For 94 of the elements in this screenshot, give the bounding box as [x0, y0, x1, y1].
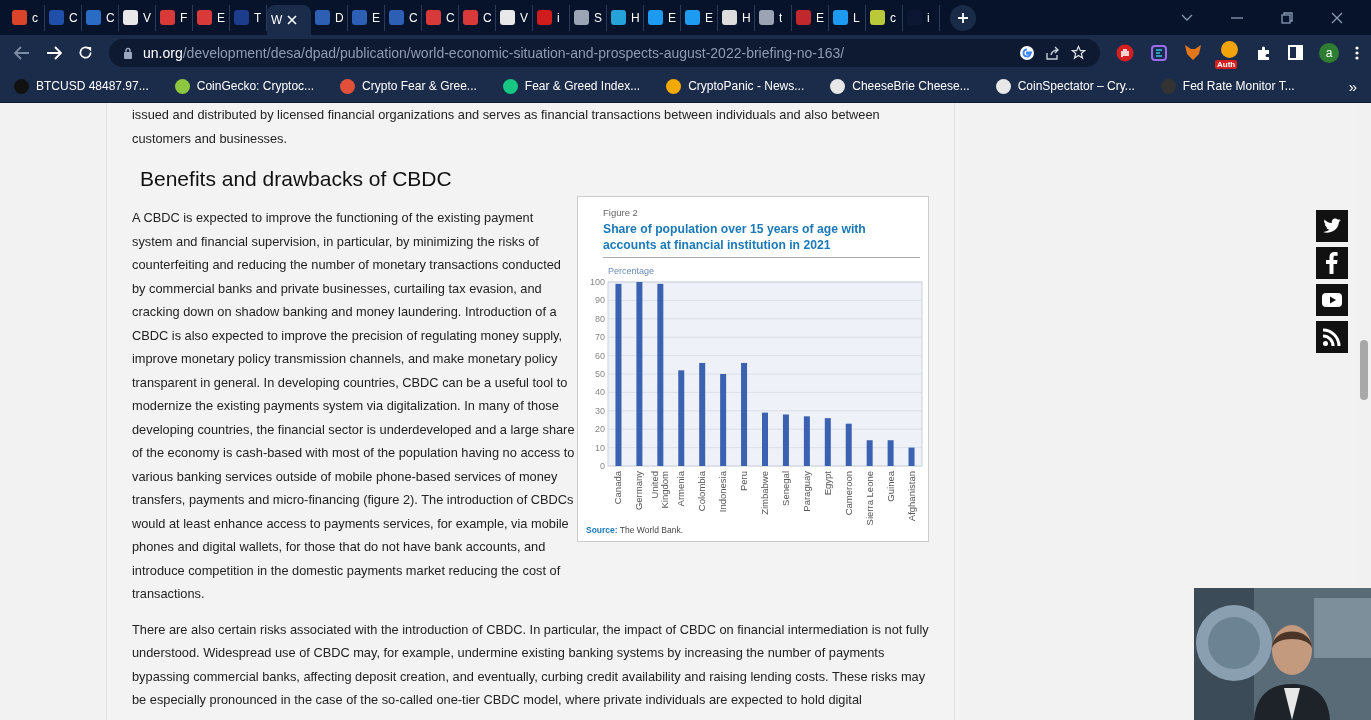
browser-tab[interactable]: T	[230, 4, 267, 31]
forward-icon[interactable]	[46, 45, 62, 60]
x-tick-label: Guinea	[884, 471, 896, 502]
browser-tab[interactable]: i	[903, 4, 940, 31]
menu-icon[interactable]	[1355, 45, 1359, 60]
x-tick-label: Egypt	[821, 471, 833, 496]
x-tick-label: Colombia	[696, 471, 708, 512]
y-tick-label: 40	[595, 387, 605, 398]
browser-tab[interactable]: D	[311, 4, 348, 31]
youtube-icon[interactable]	[1316, 284, 1348, 316]
browser-tab[interactable]: i	[533, 4, 570, 31]
x-tick-label: Senegal	[779, 471, 791, 506]
browser-tab[interactable]: H	[607, 4, 644, 31]
chart-title: Share of population over 15 years of age with accounts at financial institution in 2021	[603, 221, 867, 253]
twitter-icon[interactable]	[1316, 210, 1348, 242]
x-tick-label: Canada	[612, 471, 624, 505]
x-tick-label: Zimbabwe	[759, 471, 770, 515]
hand-icon[interactable]	[1116, 43, 1134, 62]
restore-icon[interactable]	[1281, 11, 1293, 24]
lock-icon	[123, 46, 133, 59]
star-icon[interactable]	[1071, 45, 1086, 60]
browser-tab[interactable]: E	[348, 4, 385, 31]
browser-tab[interactable]: W	[267, 5, 311, 35]
share-icon[interactable]	[1045, 45, 1061, 60]
y-tick-label: 70	[595, 332, 605, 343]
x-tick-label: Afghanistan	[905, 471, 917, 522]
y-tick-label: 60	[595, 350, 605, 361]
tab-search-icon[interactable]	[1181, 13, 1193, 22]
bookmark[interactable]: BTCUSD 48487.97...	[14, 78, 149, 94]
browser-tab[interactable]: C	[385, 4, 422, 31]
bookmark[interactable]: Crypto Fear & Gree...	[340, 78, 477, 94]
bookmark[interactable]: Fear & Greed Index...	[502, 78, 641, 94]
rss-icon[interactable]	[1316, 321, 1348, 353]
browser-tab[interactable]: E	[681, 4, 718, 31]
bookmark[interactable]: CryptoPanic - News...	[666, 78, 805, 94]
bookmark[interactable]: CoinSpectator – Cry...	[995, 78, 1135, 94]
grid-icon[interactable]	[1150, 43, 1168, 62]
y-tick-label: 80	[595, 313, 605, 324]
y-tick-label: 90	[595, 295, 605, 306]
back-icon[interactable]	[14, 45, 30, 60]
y-tick-label: 0	[600, 461, 605, 471]
x-tick-label: Sierra Leone	[863, 471, 875, 526]
new-tab-button[interactable]	[950, 4, 976, 31]
paragraph: A CBDC is expected to improve the functioning of the existing payment system and financial supervision, in particular, by minimizing the risks of counterfeiting and reducing the number of monetary transactions conducted by commercial banks and private businesses, curtailing tax evasion, and cracking down on shadow banking and money laundering. Introduction of a CBDC is also expected to improve the precision of regulating money supply, improve monetary policy transmission channels, and make monetary policy transparent in general. In developing countries, CBDC can be a useful tool to modernize the existing payments system via digitalization. In many of those developing countries, the financial sector is underdeveloped and a large share of the economy is cash-based with most of the population having no access to various banking services outside of mobile phone-based services of money transfers, payments and micro-financing (figure 2). The introduction of CBDCs would at least enhance access to payments services, for example, via mobile phones and digital wallets, for those that do not have bank accounts, and introduce competition in the domestic payments market reducing the cost of transactions.	[132, 209, 576, 603]
browser-tab[interactable]: S	[570, 4, 607, 31]
profile-avatar[interactable]: a	[1319, 42, 1339, 63]
side-panel-icon[interactable]	[1288, 45, 1303, 60]
browser-tab[interactable]: E	[193, 4, 230, 31]
y-tick-label: 10	[595, 442, 605, 453]
browser-tab[interactable]: C	[45, 4, 82, 31]
y-tick-label: 50	[595, 369, 605, 379]
browser-tab[interactable]: C	[459, 4, 496, 31]
bookmark[interactable]: Fed Rate Monitor T...	[1160, 78, 1295, 94]
minimize-icon[interactable]	[1231, 16, 1243, 19]
fox-icon[interactable]	[1184, 44, 1202, 61]
browser-tab[interactable]: H	[718, 4, 755, 31]
browser-tab[interactable]: L	[829, 4, 866, 31]
plus-icon	[957, 11, 969, 24]
browser-tab[interactable]: F	[156, 4, 193, 31]
x-tick-label: Germany	[633, 471, 645, 511]
paragraph: There are also certain risks associated with the introduction of CBDC. In particular, the impact of CBDC on financial intermediation is not fully understood. Widespread use of CBDC may, for example, undermine existing banking systems by increasing the number of payments bypassing commercial banks, affecting deposit creation, and eventually, curbing credit availability and raising lending costs. These risks may be especially pronounced in the case of the so-called one-tier CBDC model, where private individuals are expected to hold digital	[132, 620, 929, 709]
browser-tab[interactable]: C	[82, 4, 119, 31]
x-tick-label: Cameroon	[842, 471, 854, 516]
source-note: Source: The World Bank.	[586, 525, 684, 535]
close-icon[interactable]	[1331, 11, 1343, 24]
browser-tab[interactable]: c	[866, 4, 903, 31]
reload-icon[interactable]	[78, 45, 93, 60]
x-tick-label: Armenia	[675, 471, 687, 507]
y-tick-label: 20	[595, 424, 605, 435]
section-heading: Benefits and drawbacks of CBDC	[140, 166, 453, 192]
browser-tab[interactable]: E	[792, 4, 829, 31]
url-text: un.org/development/desa/dpad/publication/world-economic-situation-and-prospects-august-2022-briefing-no-163/	[143, 44, 845, 61]
browser-tab[interactable]: V	[119, 4, 156, 31]
more-bookmarks-button[interactable]: »	[1348, 77, 1357, 95]
facebook-icon[interactable]	[1316, 247, 1348, 279]
figure-label: Figure 2	[603, 207, 639, 218]
y-axis-label: Percentage	[608, 266, 655, 276]
bookmark[interactable]: CoinGecko: Cryptoc...	[174, 78, 315, 94]
x-tick-label: Peru	[738, 471, 750, 492]
x-tick-label: United Kingdom	[649, 471, 671, 509]
bookmark[interactable]: CheeseBrie Cheese...	[830, 78, 970, 94]
paragraph: issued and distributed by licensed financial organizations and serves as financial transactions between individuals and also between customers and businesses.	[132, 106, 881, 148]
y-tick-label: 100	[589, 277, 605, 287]
browser-tab[interactable]: C	[422, 4, 459, 31]
puzzle-icon[interactable]	[1256, 44, 1272, 61]
browser-tab[interactable]: E	[644, 4, 681, 31]
address-bar[interactable]: un.org/development/desa/dpad/publication/world-economic-situation-and-prospects-august-2022-briefing-no-163/	[109, 38, 1100, 67]
y-tick-label: 30	[595, 405, 605, 416]
x-tick-label: Paraguay	[800, 471, 812, 512]
browser-tab[interactable]: t	[755, 4, 792, 31]
google-icon[interactable]	[1019, 44, 1035, 61]
browser-tab[interactable]: c	[8, 4, 45, 31]
browser-tab[interactable]: V	[496, 4, 533, 31]
x-tick-label: Indonesia	[717, 471, 729, 513]
